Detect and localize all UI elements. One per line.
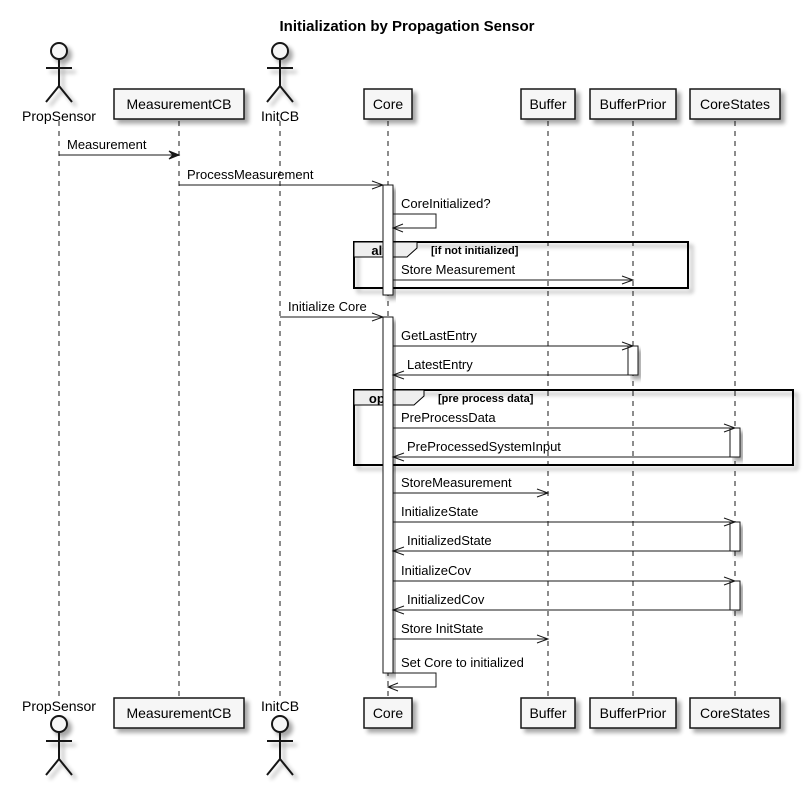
message-initialized-cov: InitializedCov	[391, 592, 730, 615]
participant-core-states-bottom: CoreStates	[689, 697, 781, 729]
message-latest-entry: LatestEntry	[391, 357, 628, 380]
message-pre-process-data: PreProcessData	[393, 410, 737, 433]
lifelines	[58, 121, 736, 697]
participant-label: CoreStates	[700, 96, 770, 112]
participant-label: InitCB	[261, 108, 299, 124]
message-label: InitializeState	[401, 504, 478, 519]
message-label: Store InitState	[401, 621, 483, 636]
participant-label: PropSensor	[22, 698, 96, 714]
message-label: Set Core to initialized	[401, 655, 524, 670]
activation-core	[382, 184, 394, 296]
participant-core-top: Core	[363, 88, 413, 120]
participant-label: Buffer	[529, 705, 566, 721]
message-initialize-cov: InitializeCov	[393, 563, 737, 586]
participant-label: MeasurementCB	[126, 96, 231, 112]
activation-buffer-prior	[627, 345, 639, 376]
actor-init-cb-bottom	[266, 715, 294, 776]
participant-label: PropSensor	[22, 108, 96, 124]
participant-buffer-prior-top: BufferPrior	[589, 88, 677, 120]
participant-core-bottom: Core	[363, 697, 413, 729]
message-label: Initialize Core	[288, 299, 367, 314]
actor-head	[271, 42, 289, 60]
actor-prop-sensor-top	[45, 42, 73, 103]
message-initialized-state: InitializedState	[391, 533, 730, 556]
message-initialize-state: InitializeState	[393, 504, 737, 527]
participant-label: InitCB	[261, 698, 299, 714]
participant-core-states-top: CoreStates	[689, 88, 781, 120]
actor-legs	[266, 757, 294, 776]
participant-label: BufferPrior	[600, 705, 667, 721]
activation-core	[382, 316, 394, 674]
message-label: CoreInitialized?	[401, 196, 491, 211]
message-get-last-entry: GetLastEntry	[393, 328, 635, 351]
message-label: Store Measurement	[401, 262, 516, 277]
participant-label: Core	[373, 96, 404, 112]
participant-label: MeasurementCB	[126, 705, 231, 721]
message-label: LatestEntry	[407, 357, 473, 372]
fragment-condition: [if not initialized]	[431, 245, 519, 257]
message-label: ProcessMeasurement	[187, 167, 314, 182]
actor-prop-sensor-bottom	[45, 715, 73, 776]
message-label: InitializedCov	[407, 592, 485, 607]
message-label: Measurement	[67, 137, 147, 152]
message-label: InitializedState	[407, 533, 492, 548]
message-process-measurement: ProcessMeasurement	[179, 167, 385, 190]
message-store-measurement: Store Measurement	[393, 262, 635, 285]
message-label: InitializeCov	[401, 563, 472, 578]
messages: Measurement ProcessMeasurement CoreInitial…	[59, 137, 737, 692]
participant-buffer-bottom: Buffer	[520, 697, 576, 729]
message-measurement: Measurement	[59, 137, 181, 160]
message-label: StoreMeasurement	[401, 475, 512, 490]
message-store-measurement: StoreMeasurement	[393, 475, 550, 498]
sequence-diagram: Initialization by Propagation Sensor alt…	[22, 18, 794, 776]
participant-measurement-cb-bottom: MeasurementCB	[113, 697, 245, 729]
participant-buffer-prior-bottom: BufferPrior	[589, 697, 677, 729]
actor-head	[50, 42, 68, 60]
actor-head	[50, 715, 68, 733]
message-label: PreProcessedSystemInput	[407, 439, 561, 454]
participant-buffer-top: Buffer	[520, 88, 576, 120]
participant-label: Core	[373, 705, 404, 721]
participant-label: CoreStates	[700, 705, 770, 721]
actor-legs	[45, 84, 73, 103]
fragment-condition: [pre process data]	[438, 393, 534, 405]
message-label: GetLastEntry	[401, 328, 477, 343]
participant-label: BufferPrior	[600, 96, 667, 112]
activation-core-states	[729, 427, 741, 458]
participant-measurement-cb-top: MeasurementCB	[113, 88, 245, 120]
message-core-initialized: CoreInitialized?	[391, 196, 491, 233]
activation-core-states	[729, 521, 741, 552]
message-line	[388, 672, 437, 688]
message-label: PreProcessData	[401, 410, 496, 425]
actor-head	[271, 715, 289, 733]
activation-core-states	[729, 580, 741, 611]
diagram-title: Initialization by Propagation Sensor	[279, 18, 534, 35]
message-set-core-to-initialized: Set Core to initialized	[386, 655, 524, 692]
message-store-init-state: Store InitState	[393, 621, 550, 644]
actor-legs	[266, 84, 294, 103]
message-pre-processed-system-input: PreProcessedSystemInput	[391, 439, 730, 462]
participant-label: Buffer	[529, 96, 566, 112]
actor-legs	[45, 757, 73, 776]
actor-init-cb-top	[266, 42, 294, 103]
message-initialize-core: Initialize Core	[280, 299, 385, 322]
